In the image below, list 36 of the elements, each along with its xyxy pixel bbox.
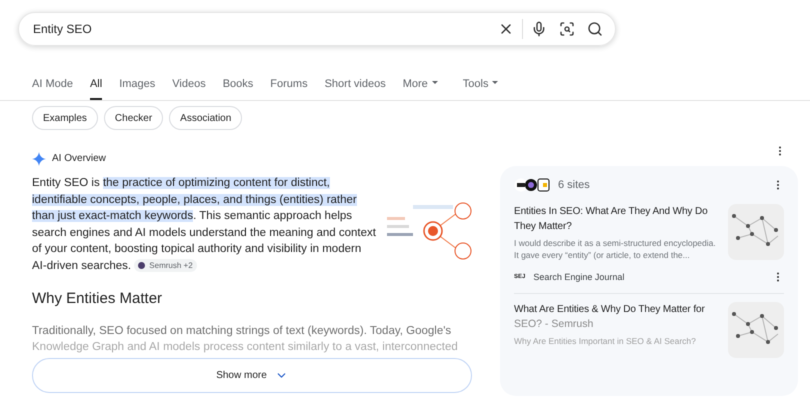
- search-tab[interactable]: More: [402, 76, 438, 100]
- site-name: Search Engine Journal: [533, 270, 624, 284]
- search-field[interactable]: Entity SEO: [18, 12, 616, 46]
- search-tab[interactable]: Books: [222, 76, 254, 100]
- show-more-button[interactable]: Show more: [32, 358, 472, 392]
- site-logo-icon: [138, 262, 146, 269]
- dropdown-caret-icon: [492, 81, 498, 84]
- source-snippet: Why Are Entities Important in SEO & AI Search?: [514, 335, 697, 347]
- source-title-faded: SEO? - Semrush: [514, 317, 594, 332]
- filter-chip[interactable]: Examples: [32, 106, 98, 130]
- search-query: Entity SEO: [33, 21, 93, 38]
- source-snippet: I would describe it as a semi-structured encyclopedia. It gave every “entity” (or article, to extend the...: [514, 236, 716, 260]
- site-logos-icon: [514, 178, 550, 192]
- search-tab[interactable]: Tools: [462, 76, 498, 100]
- sparkle-icon: [32, 152, 46, 166]
- microphone-icon[interactable]: [531, 21, 547, 37]
- search-icon[interactable]: [587, 21, 603, 37]
- search-tab[interactable]: Forums: [270, 76, 308, 100]
- body-text: Traditionally, SEO focused on matching strings of text (keywords). Today, Google's: [32, 324, 452, 338]
- search-tab[interactable]: AI Mode: [32, 76, 73, 100]
- dropdown-caret-icon: [432, 81, 438, 84]
- filter-chip[interactable]: Checker: [104, 106, 164, 130]
- section-heading: Why Entities Matter: [32, 289, 164, 309]
- site-count: 6 sites: [558, 178, 590, 193]
- overview-paragraph: Entity SEO is the practice of optimizing content for distinct, identifiable concepts, people, places, and things (entities) rather than just exact-match keywords. This semantic approach helps search engines and AI models understand the meaning and context of your content, boosting topical authority and visibility in modern AI-driven searches. Semrush +2: [32, 176, 377, 274]
- search-tab[interactable]: All: [90, 76, 102, 100]
- filter-chip[interactable]: Association: [169, 106, 242, 130]
- camera-lens-icon[interactable]: [559, 21, 575, 37]
- source-chip[interactable]: Semrush +2: [134, 258, 197, 272]
- section-title: AI Overview: [52, 152, 106, 166]
- source-title[interactable]: Entities In SEO: What Are They And Why Do They Matter?: [514, 204, 716, 234]
- search-tab[interactable]: Videos: [172, 76, 206, 100]
- faded-text: Knowledge Graph and AI models process content similarly to a vast, interconnected: [32, 340, 459, 354]
- source-title[interactable]: What Are Entities & Why Do They Matter for: [514, 302, 716, 317]
- search-tab[interactable]: Short videos: [324, 76, 386, 100]
- search-tab[interactable]: Images: [119, 76, 156, 100]
